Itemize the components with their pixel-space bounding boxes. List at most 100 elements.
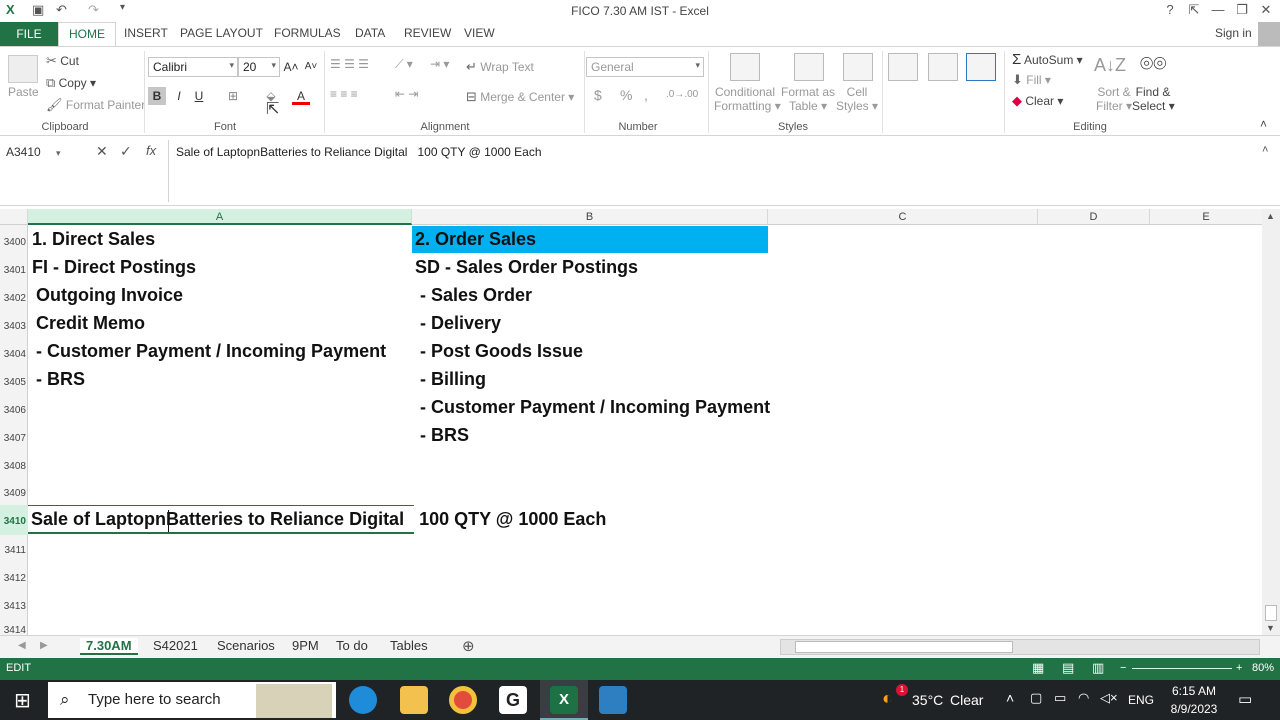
- edge-browser-icon[interactable]: [349, 686, 377, 714]
- page-layout-view-icon[interactable]: ▤: [1062, 660, 1074, 676]
- cell-b3405[interactable]: - Billing: [415, 369, 486, 390]
- merge-center-button[interactable]: ⊟ Merge & Center ▾: [466, 89, 574, 105]
- autosum-button[interactable]: Σ AutoSum ▾: [1012, 51, 1083, 68]
- grow-font-icon[interactable]: A˄: [282, 58, 300, 76]
- cell-b3400[interactable]: 2. Order Sales: [415, 229, 536, 250]
- battery-icon[interactable]: ▭: [1054, 690, 1066, 706]
- row-header-3402[interactable]: 3402: [0, 293, 28, 304]
- sign-in-link[interactable]: Sign in: [1215, 26, 1252, 40]
- tab-formulas[interactable]: FORMULAS: [274, 26, 341, 40]
- horizontal-scrollbar[interactable]: [780, 639, 1260, 655]
- avatar[interactable]: [1258, 22, 1280, 46]
- cell-b3403[interactable]: - Delivery: [415, 313, 501, 334]
- zoom-level[interactable]: 80%: [1252, 662, 1274, 674]
- row-header-3412[interactable]: 3412: [0, 573, 28, 584]
- scroll-down-icon[interactable]: ▼: [1266, 623, 1275, 633]
- row-header-3403[interactable]: 3403: [0, 321, 28, 332]
- help-button[interactable]: ?: [1158, 2, 1182, 17]
- shrink-font-icon[interactable]: A˅: [302, 58, 320, 76]
- row-header-3406[interactable]: 3406: [0, 405, 28, 416]
- row-header-3407[interactable]: 3407: [0, 433, 28, 444]
- cut-button[interactable]: ✂ Cut: [46, 53, 79, 69]
- formula-content[interactable]: Sale of LaptopnBatteries to Reliance Dig…: [176, 145, 542, 159]
- wifi-icon[interactable]: ◠: [1078, 690, 1089, 706]
- column-header-c[interactable]: C: [768, 209, 1038, 225]
- zoom-out-icon[interactable]: −: [1120, 662, 1126, 674]
- excel-taskbar-icon[interactable]: X: [550, 686, 578, 714]
- cell-b3407[interactable]: - BRS: [415, 425, 469, 446]
- copy-button[interactable]: ⧉ Copy ▾: [46, 75, 96, 91]
- insert-function-button[interactable]: fx: [146, 143, 156, 158]
- row-header-3409[interactable]: 3409: [0, 488, 28, 499]
- comma-button[interactable]: ,: [644, 87, 648, 103]
- cancel-entry-button[interactable]: ✕: [96, 143, 108, 160]
- clock-time[interactable]: 6:15 AM: [1168, 684, 1220, 698]
- font-color-icon[interactable]: A: [292, 87, 310, 105]
- cell-a3402[interactable]: Outgoing Invoice: [31, 285, 183, 306]
- vertical-scrollbar[interactable]: ▲ ▼: [1262, 209, 1280, 635]
- paste-button[interactable]: Paste: [8, 85, 39, 99]
- page-break-view-icon[interactable]: ▥: [1092, 660, 1104, 676]
- column-header-a[interactable]: A: [28, 209, 412, 225]
- windows-start-icon[interactable]: ⊞: [14, 688, 31, 713]
- bold-button[interactable]: B: [148, 87, 166, 105]
- number-format-select[interactable]: General ▾: [586, 57, 704, 77]
- sheet-tab-9pm[interactable]: 9PM: [292, 638, 319, 653]
- format-as-table-button[interactable]: Format as Table ▾: [780, 85, 836, 113]
- sheet-tab-730am[interactable]: 7.30AM: [80, 638, 138, 655]
- clear-button[interactable]: ◆ Clear ▾: [1012, 93, 1063, 109]
- conditional-formatting-button[interactable]: Conditional Formatting ▾: [714, 85, 781, 113]
- chrome-browser-icon[interactable]: [449, 686, 477, 714]
- weather-icon[interactable]: ◐: [882, 688, 893, 709]
- sort-filter-button[interactable]: Sort & Filter ▾: [1094, 85, 1134, 113]
- cell-a3410[interactable]: Sale of LaptopnBatteries to Reliance Dig…: [31, 509, 606, 530]
- volume-icon[interactable]: ◁×: [1100, 690, 1118, 706]
- cell-a3400[interactable]: 1. Direct Sales: [32, 229, 155, 250]
- temperature[interactable]: 35°C: [912, 692, 943, 708]
- weather-text[interactable]: Clear: [950, 692, 983, 708]
- percent-button[interactable]: %: [620, 87, 632, 103]
- zoom-in-icon[interactable]: +: [1236, 662, 1242, 674]
- grammarly-icon[interactable]: G: [499, 686, 527, 714]
- italic-button[interactable]: I: [170, 87, 188, 105]
- column-header-d[interactable]: D: [1038, 209, 1150, 225]
- font-size-select[interactable]: 20 ▾: [238, 57, 280, 77]
- normal-view-icon[interactable]: ▦: [1032, 660, 1044, 676]
- wrap-text-button[interactable]: ↵ Wrap Text: [466, 59, 534, 75]
- collapse-formula-bar-icon[interactable]: ˄: [1262, 144, 1268, 156]
- row-header-3408[interactable]: 3408: [0, 461, 28, 472]
- scroll-sheets-left-icon[interactable]: ◀: [18, 640, 26, 651]
- cell-styles-button[interactable]: Cell Styles ▾: [836, 85, 878, 113]
- chevron-up-icon[interactable]: ˄: [1006, 690, 1014, 706]
- orientation-icon[interactable]: ⟋ ▾: [395, 57, 413, 72]
- sheet-tab-scenarios[interactable]: Scenarios: [217, 638, 275, 653]
- zoom-slider[interactable]: [1132, 668, 1232, 669]
- sheet-tab-tables[interactable]: Tables: [390, 638, 428, 653]
- borders-icon[interactable]: ⊞: [224, 87, 242, 105]
- find-select-button[interactable]: Find & Select ▾: [1132, 85, 1175, 113]
- horizontal-scroll-thumb[interactable]: [795, 641, 1013, 653]
- language-indicator[interactable]: ENG: [1128, 693, 1154, 707]
- file-explorer-icon[interactable]: [400, 686, 428, 714]
- notifications-icon[interactable]: ▭: [1238, 690, 1252, 708]
- minimize-button[interactable]: —: [1206, 2, 1230, 17]
- increase-decimal-icon[interactable]: .0→.00: [666, 89, 698, 100]
- row-header-3400[interactable]: 3400: [0, 237, 28, 248]
- add-sheet-icon[interactable]: ⊕: [462, 637, 475, 655]
- meet-now-icon[interactable]: ▢: [1030, 690, 1042, 706]
- currency-button[interactable]: $: [594, 87, 602, 103]
- confirm-entry-button[interactable]: ✓: [120, 143, 132, 160]
- tab-insert[interactable]: INSERT: [124, 26, 168, 40]
- tab-view[interactable]: VIEW: [464, 26, 495, 40]
- close-button[interactable]: ✕: [1254, 2, 1278, 18]
- tab-page-layout[interactable]: PAGE LAYOUT: [180, 26, 263, 40]
- tab-data[interactable]: DATA: [355, 26, 385, 40]
- align-left-icons[interactable]: ≡ ≡ ≡: [330, 87, 358, 101]
- ribbon-display-icon[interactable]: ⇱: [1182, 2, 1206, 18]
- tab-file[interactable]: FILE: [0, 22, 58, 46]
- cell-a3405[interactable]: - BRS: [31, 369, 85, 390]
- cell-a3404[interactable]: - Customer Payment / Incoming Payment: [31, 341, 386, 362]
- scroll-thumb[interactable]: [1265, 605, 1277, 621]
- clock-date[interactable]: 8/9/2023: [1164, 702, 1224, 716]
- row-header-3410[interactable]: 3410: [0, 505, 28, 535]
